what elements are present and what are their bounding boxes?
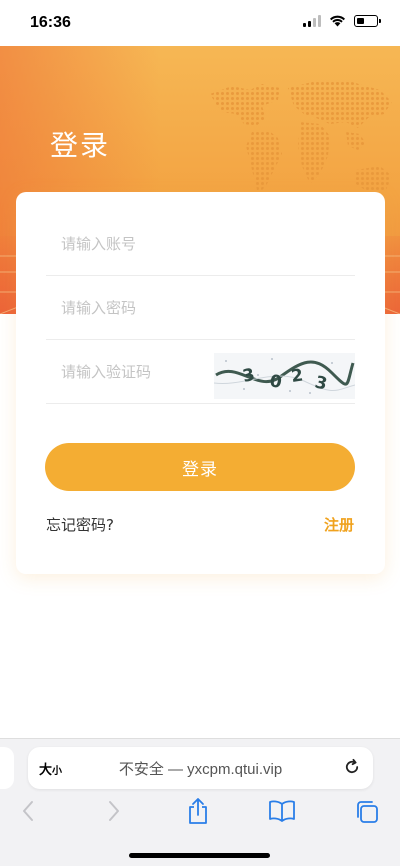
tabs-icon[interactable] bbox=[354, 799, 380, 825]
forgot-password-link[interactable]: 忘记密码? bbox=[46, 514, 114, 535]
cellular-signal-icon bbox=[303, 15, 321, 27]
status-icons bbox=[303, 15, 381, 27]
browser-chrome: 大小 不安全 — yxcpm.qtui.vip bbox=[0, 738, 400, 866]
bookmarks-icon[interactable] bbox=[268, 799, 296, 823]
address-bar[interactable]: 大小 不安全 — yxcpm.qtui.vip bbox=[28, 747, 373, 789]
login-card: 3 0 2 3 登录 忘记密码? 注册 bbox=[16, 192, 385, 574]
captcha-field: 3 0 2 3 bbox=[46, 340, 355, 404]
captcha-input[interactable] bbox=[46, 340, 206, 403]
status-time: 16:36 bbox=[30, 14, 71, 31]
password-field bbox=[46, 276, 355, 340]
browser-toolbar bbox=[0, 797, 400, 829]
page-title: 登录 bbox=[50, 129, 111, 162]
share-icon[interactable] bbox=[186, 797, 210, 825]
account-field bbox=[46, 212, 355, 276]
account-input[interactable] bbox=[46, 212, 355, 275]
home-indicator bbox=[129, 853, 270, 858]
captcha-char: 0 bbox=[268, 371, 283, 393]
captcha-char: 2 bbox=[290, 365, 305, 386]
status-bar: 16:36 bbox=[0, 0, 400, 46]
reload-icon[interactable] bbox=[343, 758, 361, 776]
password-input[interactable] bbox=[46, 276, 355, 339]
previous-tab-peek[interactable] bbox=[0, 747, 14, 789]
captcha-char: 3 bbox=[241, 365, 257, 387]
captcha-image[interactable]: 3 0 2 3 bbox=[214, 353, 355, 399]
login-button[interactable]: 登录 bbox=[45, 443, 355, 491]
wifi-icon bbox=[330, 15, 345, 27]
forward-icon[interactable] bbox=[106, 799, 122, 823]
url-text: 不安全 — yxcpm.qtui.vip bbox=[118, 761, 283, 778]
back-icon[interactable] bbox=[20, 799, 36, 823]
battery-icon bbox=[354, 15, 381, 27]
register-link[interactable]: 注册 bbox=[324, 514, 354, 535]
captcha-char: 3 bbox=[313, 372, 329, 394]
